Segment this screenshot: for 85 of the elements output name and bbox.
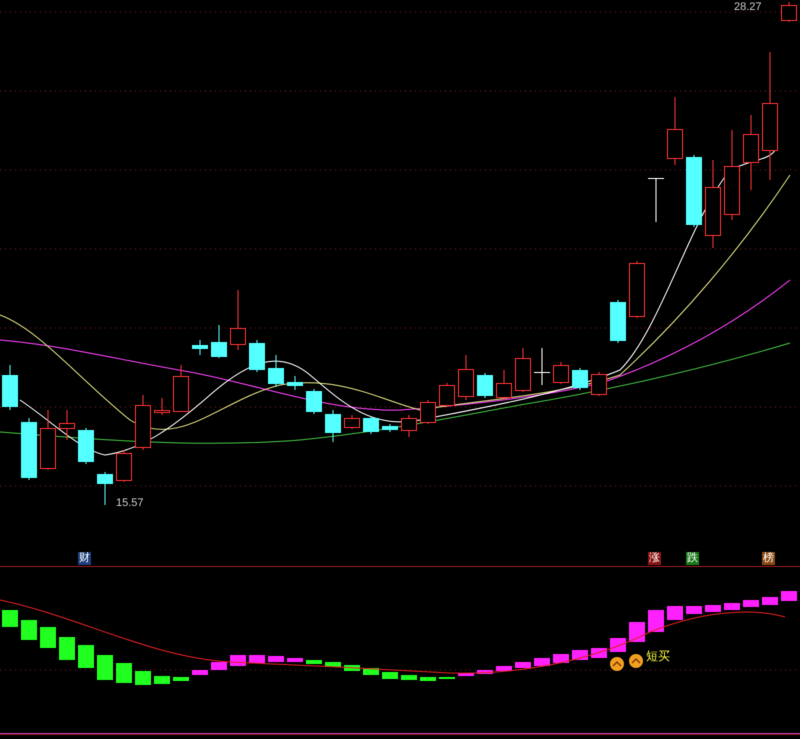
candlestick	[40, 410, 56, 470]
info-tag[interactable]: 涨	[648, 552, 661, 565]
candlestick	[230, 290, 246, 350]
candlestick	[192, 340, 208, 356]
indicator-bar	[116, 663, 132, 683]
candlestick	[496, 370, 512, 400]
indicator-bar	[781, 591, 797, 601]
indicator-bar	[135, 671, 151, 685]
signal-label: 短买	[646, 649, 670, 663]
indicator-bar	[287, 658, 303, 662]
candlestick	[154, 398, 170, 416]
indicator-bar	[211, 662, 227, 670]
indicator-bar	[648, 610, 664, 632]
indicator-bar	[40, 627, 56, 648]
indicator-bar	[724, 603, 740, 610]
indicator-bar	[629, 622, 645, 642]
indicator-bar	[477, 670, 493, 674]
candlestick	[648, 178, 664, 222]
candlestick	[401, 414, 417, 438]
candlestick	[116, 450, 132, 482]
candlestick	[59, 410, 75, 440]
indicator-bar	[591, 648, 607, 658]
indicator-bar	[325, 662, 341, 667]
candlestick	[515, 348, 531, 392]
candlestick	[306, 388, 322, 414]
indicator-bar	[667, 606, 683, 620]
indicator-bar	[572, 650, 588, 660]
indicator-bar	[610, 638, 626, 652]
indicator-bar	[230, 655, 246, 666]
candlestick	[135, 394, 151, 450]
info-tag[interactable]: 财	[78, 552, 91, 565]
candlestick	[610, 300, 626, 344]
low-price-label: 15.57	[116, 497, 144, 510]
indicator-bar	[743, 600, 759, 607]
candlestick	[287, 376, 303, 390]
candlestick	[439, 382, 455, 408]
indicator-bar	[268, 656, 284, 662]
info-tag[interactable]: 跌	[686, 552, 699, 565]
candlestick	[249, 340, 265, 372]
candlestick	[21, 418, 37, 480]
indicator-bar	[439, 677, 455, 679]
indicator-bar	[59, 637, 75, 660]
candlestick	[553, 362, 569, 384]
candlestick	[534, 348, 550, 386]
indicator-bar	[249, 655, 265, 663]
candlestick	[477, 372, 493, 398]
indicator-bar	[420, 677, 436, 681]
indicator-bar	[686, 606, 702, 614]
candlestick	[420, 400, 436, 424]
candlestick	[78, 428, 94, 464]
indicator-bar	[78, 645, 94, 668]
indicator-bar	[496, 666, 512, 671]
indicator-bar	[173, 677, 189, 681]
indicator-bar	[2, 610, 18, 627]
indicator-bar	[192, 670, 208, 675]
indicator-bar	[534, 658, 550, 666]
candlestick	[363, 416, 379, 434]
indicator-bar	[762, 597, 778, 605]
candlestick	[2, 364, 18, 410]
candlestick	[173, 364, 189, 412]
candlestick	[344, 414, 360, 430]
buy-signal-icon	[629, 654, 643, 668]
candlestick	[97, 472, 113, 506]
candlestick	[591, 372, 607, 396]
indicator-bar	[553, 654, 569, 663]
indicator-bar	[401, 675, 417, 680]
indicator-bar	[21, 620, 37, 640]
candlestick	[667, 96, 683, 166]
candlestick	[382, 424, 398, 432]
high-price-label: 28.27	[734, 1, 762, 14]
indicator-bar	[154, 676, 170, 684]
candlestick	[629, 260, 645, 318]
candlestick	[211, 324, 227, 358]
candlestick	[325, 410, 341, 442]
candlestick	[572, 368, 588, 390]
candlestick	[458, 354, 474, 400]
indicator-bar	[458, 673, 474, 676]
indicator-bar	[306, 660, 322, 664]
indicator-bar	[705, 605, 721, 612]
indicator-bar	[515, 662, 531, 668]
candlestick	[268, 354, 284, 388]
buy-signal-icon	[610, 657, 624, 671]
indicator-bar	[97, 655, 113, 680]
info-tag[interactable]: 榜	[762, 552, 775, 565]
indicator-bar	[382, 672, 398, 679]
